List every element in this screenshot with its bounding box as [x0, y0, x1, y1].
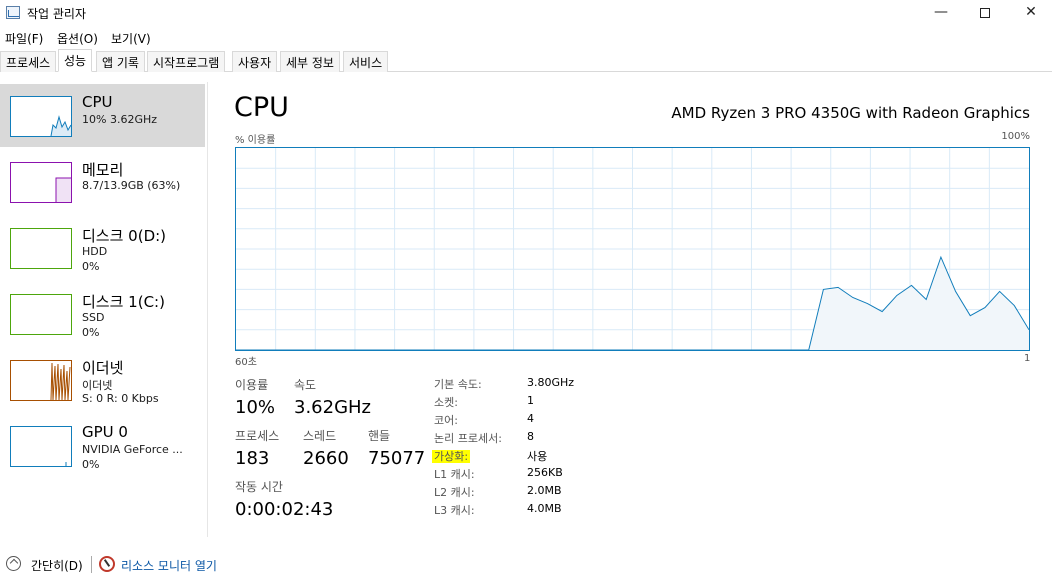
- resource-monitor-icon[interactable]: [99, 556, 115, 572]
- processes-label: 프로세스: [235, 429, 280, 443]
- logical-processors-value: 8: [527, 430, 534, 443]
- open-resource-monitor-link[interactable]: 리소스 모니터 열기: [121, 557, 217, 574]
- sidebar-item-cpu[interactable]: CPU 10% 3.62GHz: [0, 84, 205, 147]
- sidebar-item-name: 메모리: [82, 161, 124, 179]
- l2-cache-label: L2 캐시:: [434, 486, 475, 499]
- memory-thumbnail-fill: [56, 178, 71, 202]
- sidebar-item-type: SSD: [82, 311, 105, 324]
- menu-view[interactable]: 보기(V): [111, 30, 151, 47]
- virtualization-value: 사용: [527, 450, 548, 463]
- sidebar-item-usage: 0%: [82, 458, 100, 471]
- utilization-value: 10%: [235, 397, 276, 418]
- utilization-label: 이용률: [235, 378, 269, 392]
- logical-processors-label: 논리 프로세서:: [434, 432, 502, 445]
- task-manager-icon: [6, 6, 20, 19]
- threads-value: 2660: [303, 448, 349, 469]
- maximize-icon: [980, 8, 990, 18]
- sidebar-divider: [207, 82, 208, 537]
- handles-label: 핸들: [368, 429, 391, 443]
- virtualization-label-wrap: 가상화:: [432, 448, 471, 464]
- sidebar-item-disk-1[interactable]: 디스크 1(C:) SSD 0%: [0, 282, 205, 345]
- speed-label: 속도: [294, 378, 317, 392]
- graph-time-span-label: 60초: [235, 357, 257, 368]
- sidebar-item-name: 디스크 1(C:): [82, 293, 165, 311]
- minimize-button[interactable]: —: [918, 0, 964, 27]
- sidebar-item-memory[interactable]: 메모리 8.7/13.9GB (63%): [0, 150, 205, 213]
- ethernet-thumbnail-line: [50, 362, 71, 400]
- menu-bar: 파일(F) 옵션(O) 보기(V): [0, 27, 1052, 47]
- l3-cache-value: 4.0MB: [527, 502, 562, 515]
- sidebar-item-usage: 0%: [82, 326, 100, 339]
- speed-value: 3.62GHz: [294, 397, 372, 418]
- sidebar-item-name: CPU: [82, 93, 113, 111]
- sidebar-item-name: 이더넷: [82, 359, 124, 377]
- handles-value: 75077: [368, 448, 426, 469]
- virtualization-label: 가상화:: [432, 450, 471, 463]
- sockets-value: 1: [527, 394, 534, 407]
- uptime-value: 0:00:02:43: [235, 499, 334, 520]
- gpu-thumbnail-graph: [10, 426, 72, 467]
- sidebar-item-detail: 10% 3.62GHz: [82, 113, 158, 126]
- tab-app-history[interactable]: 앱 기록: [96, 51, 145, 72]
- l3-cache-label: L3 캐시:: [434, 504, 475, 517]
- cpu-thumbnail-graph: [10, 96, 72, 137]
- l2-cache-value: 2.0MB: [527, 484, 562, 497]
- menu-options[interactable]: 옵션(O): [57, 30, 98, 47]
- sidebar-item-type: HDD: [82, 245, 108, 258]
- cpu-model-name: AMD Ryzen 3 PRO 4350G with Radeon Graphi…: [671, 104, 1030, 122]
- sidebar-item-usage: 0%: [82, 260, 100, 273]
- sidebar-item-gpu[interactable]: GPU 0 NVIDIA GeForce ... 0%: [0, 414, 205, 477]
- memory-thumbnail-graph: [10, 162, 72, 203]
- base-speed-label: 기본 속도:: [434, 378, 482, 391]
- footer-divider: [91, 556, 92, 573]
- cores-label: 코어:: [434, 414, 458, 427]
- disk1-thumbnail-graph: [10, 294, 72, 335]
- tab-performance[interactable]: 성능: [58, 49, 93, 72]
- title-bar: 작업 관리자 — ✕: [0, 0, 1052, 27]
- l1-cache-value: 256KB: [527, 466, 563, 479]
- disk0-thumbnail-graph: [10, 228, 72, 269]
- uptime-label: 작동 시간: [235, 480, 283, 494]
- graph-y-label: % 이용률: [235, 135, 276, 146]
- close-button[interactable]: ✕: [1008, 0, 1052, 27]
- footer: 간단히(D) 리소스 모니터 열기: [0, 550, 1052, 580]
- cpu-thumbnail-svg: [11, 115, 71, 136]
- gpu-thumbnail-svg: [65, 462, 67, 466]
- cpu-utilization-graph: [235, 147, 1030, 351]
- sidebar-item-throughput: S: 0 R: 0 Kbps: [82, 392, 159, 405]
- tab-users[interactable]: 사용자: [232, 51, 278, 72]
- fewer-details-link[interactable]: 간단히(D): [31, 557, 83, 574]
- sidebar-item-name: GPU 0: [82, 423, 128, 441]
- ethernet-thumbnail-svg: [50, 362, 71, 400]
- tab-services[interactable]: 서비스: [343, 51, 389, 72]
- sidebar-item-detail: 8.7/13.9GB (63%): [82, 179, 181, 192]
- graph-y-max-label: 100%: [1001, 131, 1030, 142]
- sidebar-item-disk-0[interactable]: 디스크 0(D:) HDD 0%: [0, 216, 205, 279]
- resource-sidebar: CPU 10% 3.62GHz 메모리 8.7/13.9GB (63%) 디스크…: [0, 82, 207, 542]
- page-title: CPU: [234, 92, 289, 123]
- base-speed-value: 3.80GHz: [527, 376, 575, 389]
- threads-label: 스레드: [303, 429, 337, 443]
- ethernet-thumbnail-graph: [10, 360, 72, 401]
- tab-startup[interactable]: 시작프로그램: [147, 51, 226, 72]
- tab-bar: 프로세스 성능 앱 기록 시작프로그램 사용자 세부 정보 서비스: [0, 49, 1052, 72]
- window-title: 작업 관리자: [27, 7, 87, 21]
- l1-cache-label: L1 캐시:: [434, 468, 475, 481]
- tab-processes[interactable]: 프로세스: [0, 51, 57, 72]
- cores-value: 4: [527, 412, 534, 425]
- sidebar-item-model: NVIDIA GeForce ...: [82, 443, 183, 456]
- memory-thumbnail-svg: [55, 177, 71, 202]
- cpu-utilization-svg: [236, 148, 1029, 350]
- tab-details[interactable]: 세부 정보: [280, 51, 340, 72]
- graph-time-end-label: 1: [1024, 353, 1031, 364]
- processes-value: 183: [235, 448, 270, 469]
- sidebar-item-name: 디스크 0(D:): [82, 227, 167, 245]
- sidebar-item-ethernet[interactable]: 이더넷 이더넷 S: 0 R: 0 Kbps: [0, 348, 205, 411]
- sockets-label: 소켓:: [434, 396, 458, 409]
- sidebar-item-adapter: 이더넷: [82, 379, 113, 392]
- collapse-chevron-icon[interactable]: [6, 556, 21, 571]
- maximize-button[interactable]: [962, 0, 1008, 27]
- menu-file[interactable]: 파일(F): [5, 30, 43, 47]
